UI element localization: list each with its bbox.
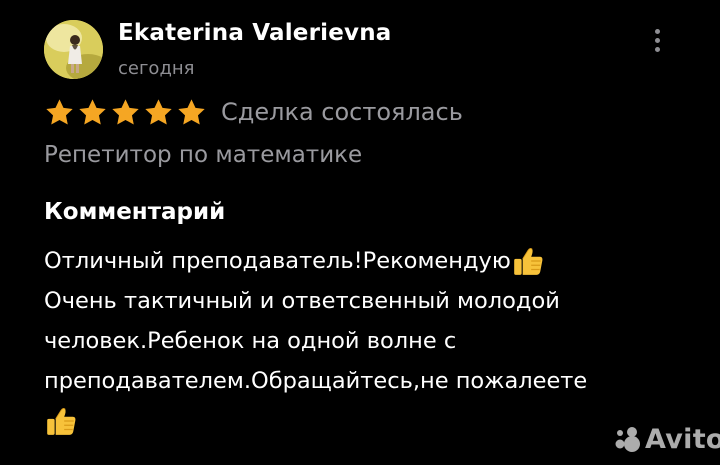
comment-body: Отличный преподаватель!Рекомендую Очень … [44,241,684,441]
review-date: сегодня [118,58,195,79]
avito-watermark: Avito [612,422,720,456]
more-options-icon [654,28,660,34]
comment-line [44,401,684,441]
comment-text: преподавателем.Обращайтесь,не пожалеете [44,368,588,394]
comment-text: Отличный преподаватель!Рекомендую [44,248,511,274]
comment-text: Очень тактичный и ответсвенный молодой [44,288,560,314]
comment-line: Очень тактичный и ответсвенный молодой [44,281,684,321]
comment-text: человек.Ребенок на одной волне с [44,328,457,354]
star-icon [112,98,139,125]
avatar[interactable] [44,20,103,79]
more-options-button[interactable] [646,24,668,56]
star-icon [145,98,172,125]
more-options-icon-dot [654,46,660,52]
thumbs-up-icon [513,248,543,275]
comment-heading: Комментарий [44,199,226,225]
deal-status: Сделка состоялась [221,98,463,126]
comment-line: преподавателем.Обращайтесь,не пожалеете [44,361,684,401]
avatar-photo [44,20,103,79]
star-rating [44,97,209,128]
thumbs-up-icon [47,408,76,435]
star-icon [178,98,205,125]
watermark-text: Avito [645,423,720,455]
reviewer-name[interactable]: Ekaterina Valerievna [118,20,392,46]
comment-line: Отличный преподаватель!Рекомендую [44,241,684,281]
star-icon [79,98,106,125]
rating-row: Сделка состоялась [44,95,463,129]
avito-logo-icon [615,427,640,452]
service-category[interactable]: Репетитор по математике [44,142,362,168]
star-icon [46,98,73,125]
comment-line: человек.Ребенок на одной волне с [44,321,684,361]
more-options-icon-dot [654,37,660,43]
